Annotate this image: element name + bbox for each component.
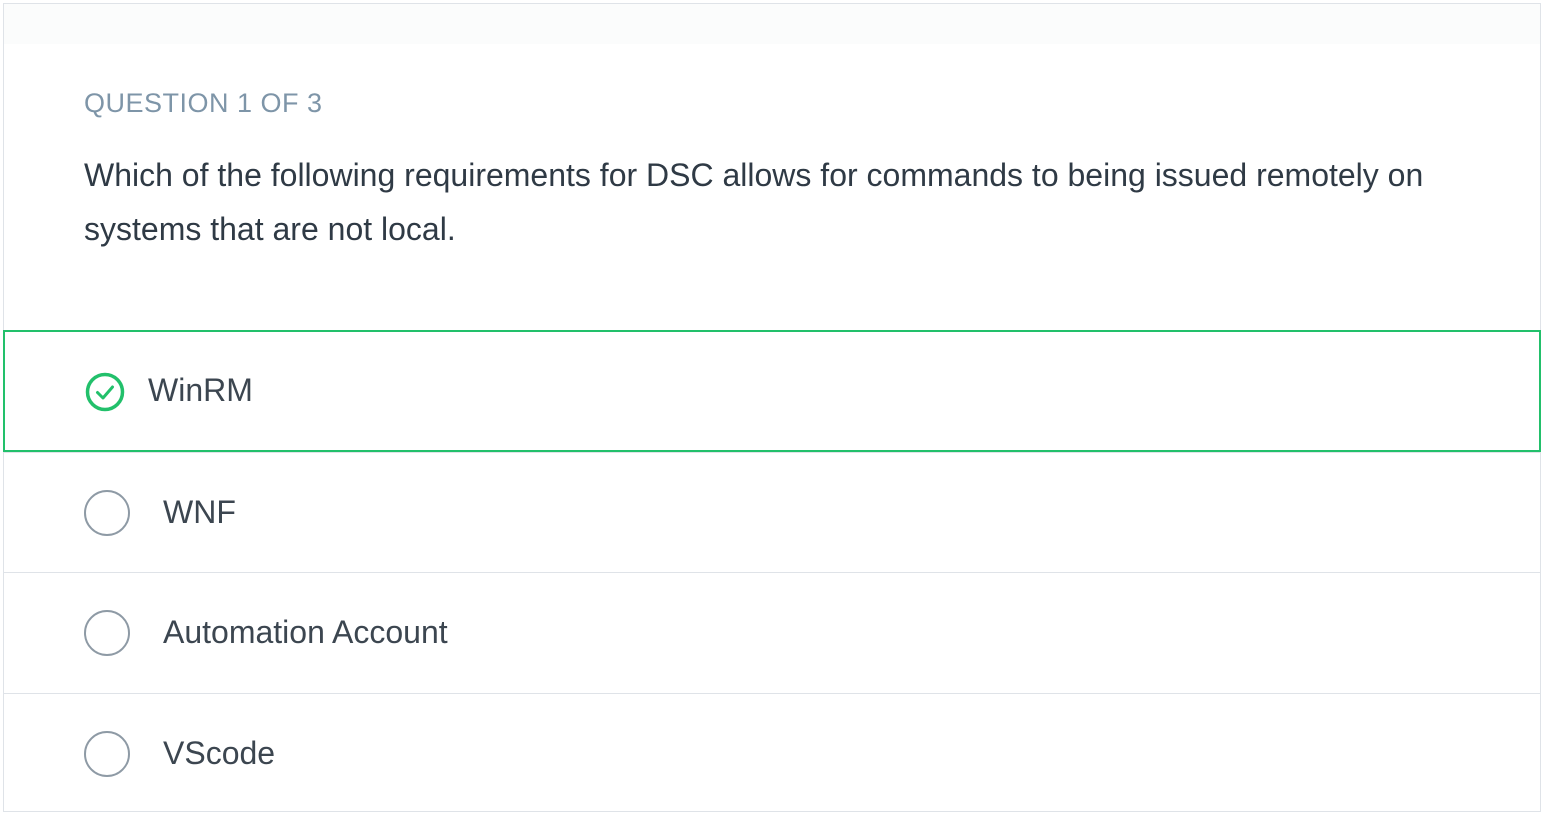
answer-option-wnf[interactable]: WNF (4, 452, 1540, 573)
radio-circle-icon[interactable] (84, 731, 130, 777)
option-label: WNF (163, 494, 236, 530)
radio-circle-icon[interactable] (84, 490, 130, 536)
question-text: Which of the following requirements for … (84, 157, 1424, 247)
answer-option-vscode[interactable]: VScode (4, 693, 1540, 814)
radio-circle-icon[interactable] (84, 610, 130, 656)
question-card: QUESTION 1 OF 3 Which of the following r… (3, 3, 1541, 812)
check-circle-icon (85, 372, 125, 412)
option-label: Automation Account (163, 614, 448, 650)
option-label: WinRM (148, 372, 253, 408)
question-counter: QUESTION 1 OF 3 (84, 88, 323, 118)
answer-option-winrm[interactable]: WinRM (3, 330, 1541, 452)
card-header-strip (4, 4, 1540, 44)
answer-option-automation-account[interactable]: Automation Account (4, 572, 1540, 693)
option-label: VScode (163, 735, 276, 771)
